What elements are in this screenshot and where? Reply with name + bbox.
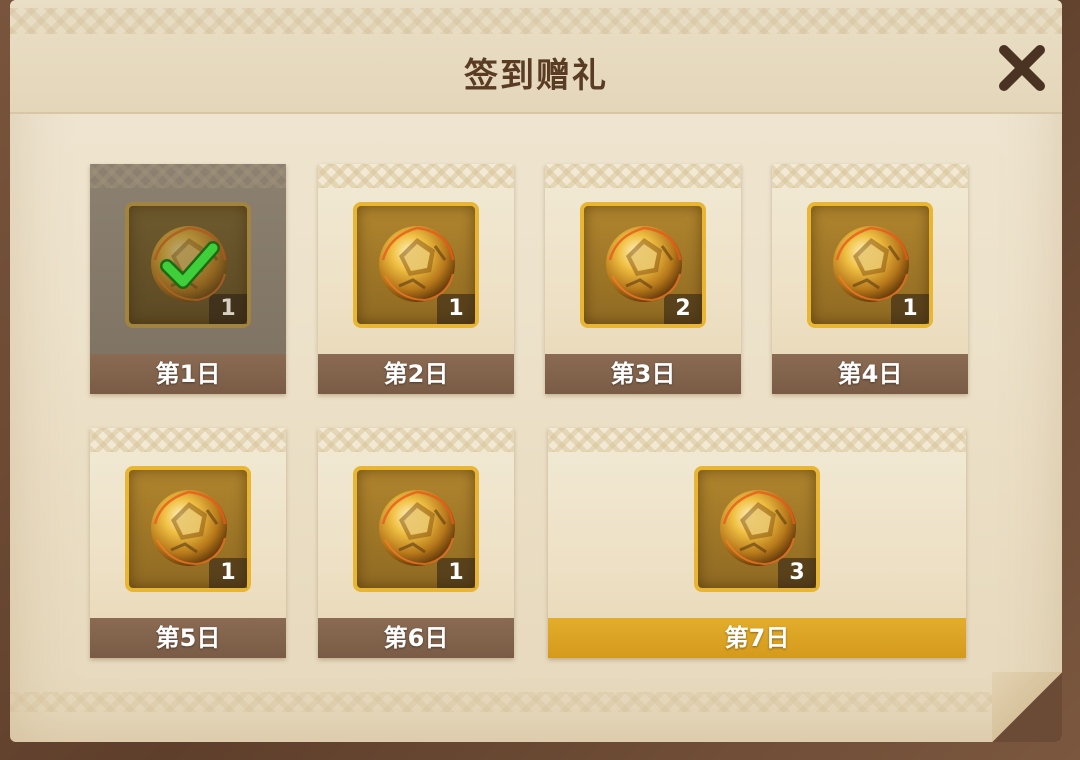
reward-count: 1 (437, 558, 475, 588)
card-pattern (772, 164, 968, 188)
card-pattern (90, 164, 286, 188)
close-icon (999, 45, 1045, 91)
day-label: 第4日 (772, 354, 968, 394)
day-label: 第7日 (548, 618, 966, 658)
day-label: 第1日 (90, 354, 286, 394)
card-pattern (548, 428, 966, 452)
day-card-5[interactable]: 1 第5日 (90, 428, 286, 658)
wood-frame: 签到赠礼 1 第1日 1 第2日 2 第3日 1 第4日 1 第5日 1 第6日… (0, 0, 1080, 760)
reward-count: 1 (891, 294, 929, 324)
dialog-title: 签到赠礼 (464, 56, 608, 96)
day-card-4[interactable]: 1 第4日 (772, 164, 968, 394)
reward-count: 1 (209, 294, 247, 324)
day-card-3[interactable]: 2 第3日 (545, 164, 741, 394)
day-card-1[interactable]: 1 第1日 (90, 164, 286, 394)
card-pattern (318, 428, 514, 452)
reward-slot: 3 (694, 466, 820, 592)
day-card-2[interactable]: 1 第2日 (318, 164, 514, 394)
reward-slot: 2 (580, 202, 706, 328)
reward-slot: 1 (353, 466, 479, 592)
reward-slot: 1 (125, 202, 251, 328)
card-pattern (545, 164, 741, 188)
card-pattern (318, 164, 514, 188)
card-pattern (90, 428, 286, 452)
day-card-6[interactable]: 1 第6日 (318, 428, 514, 658)
day-card-7[interactable]: 3 第7日 (548, 428, 966, 658)
reward-count: 2 (664, 294, 702, 324)
reward-slot: 1 (353, 202, 479, 328)
header-pattern (10, 8, 1062, 34)
reward-slot: 1 (125, 466, 251, 592)
reward-count: 1 (209, 558, 247, 588)
day-label: 第2日 (318, 354, 514, 394)
reward-slot: 1 (807, 202, 933, 328)
day-label: 第3日 (545, 354, 741, 394)
paper-curl (992, 672, 1062, 742)
close-button[interactable] (994, 40, 1050, 96)
day-label: 第6日 (318, 618, 514, 658)
footer-pattern (10, 692, 1062, 712)
checkmark-icon (160, 241, 220, 289)
signin-dialog: 签到赠礼 1 第1日 1 第2日 2 第3日 1 第4日 1 第5日 1 第6日… (10, 0, 1062, 742)
day-label: 第5日 (90, 618, 286, 658)
reward-count: 3 (778, 558, 816, 588)
reward-count: 1 (437, 294, 475, 324)
